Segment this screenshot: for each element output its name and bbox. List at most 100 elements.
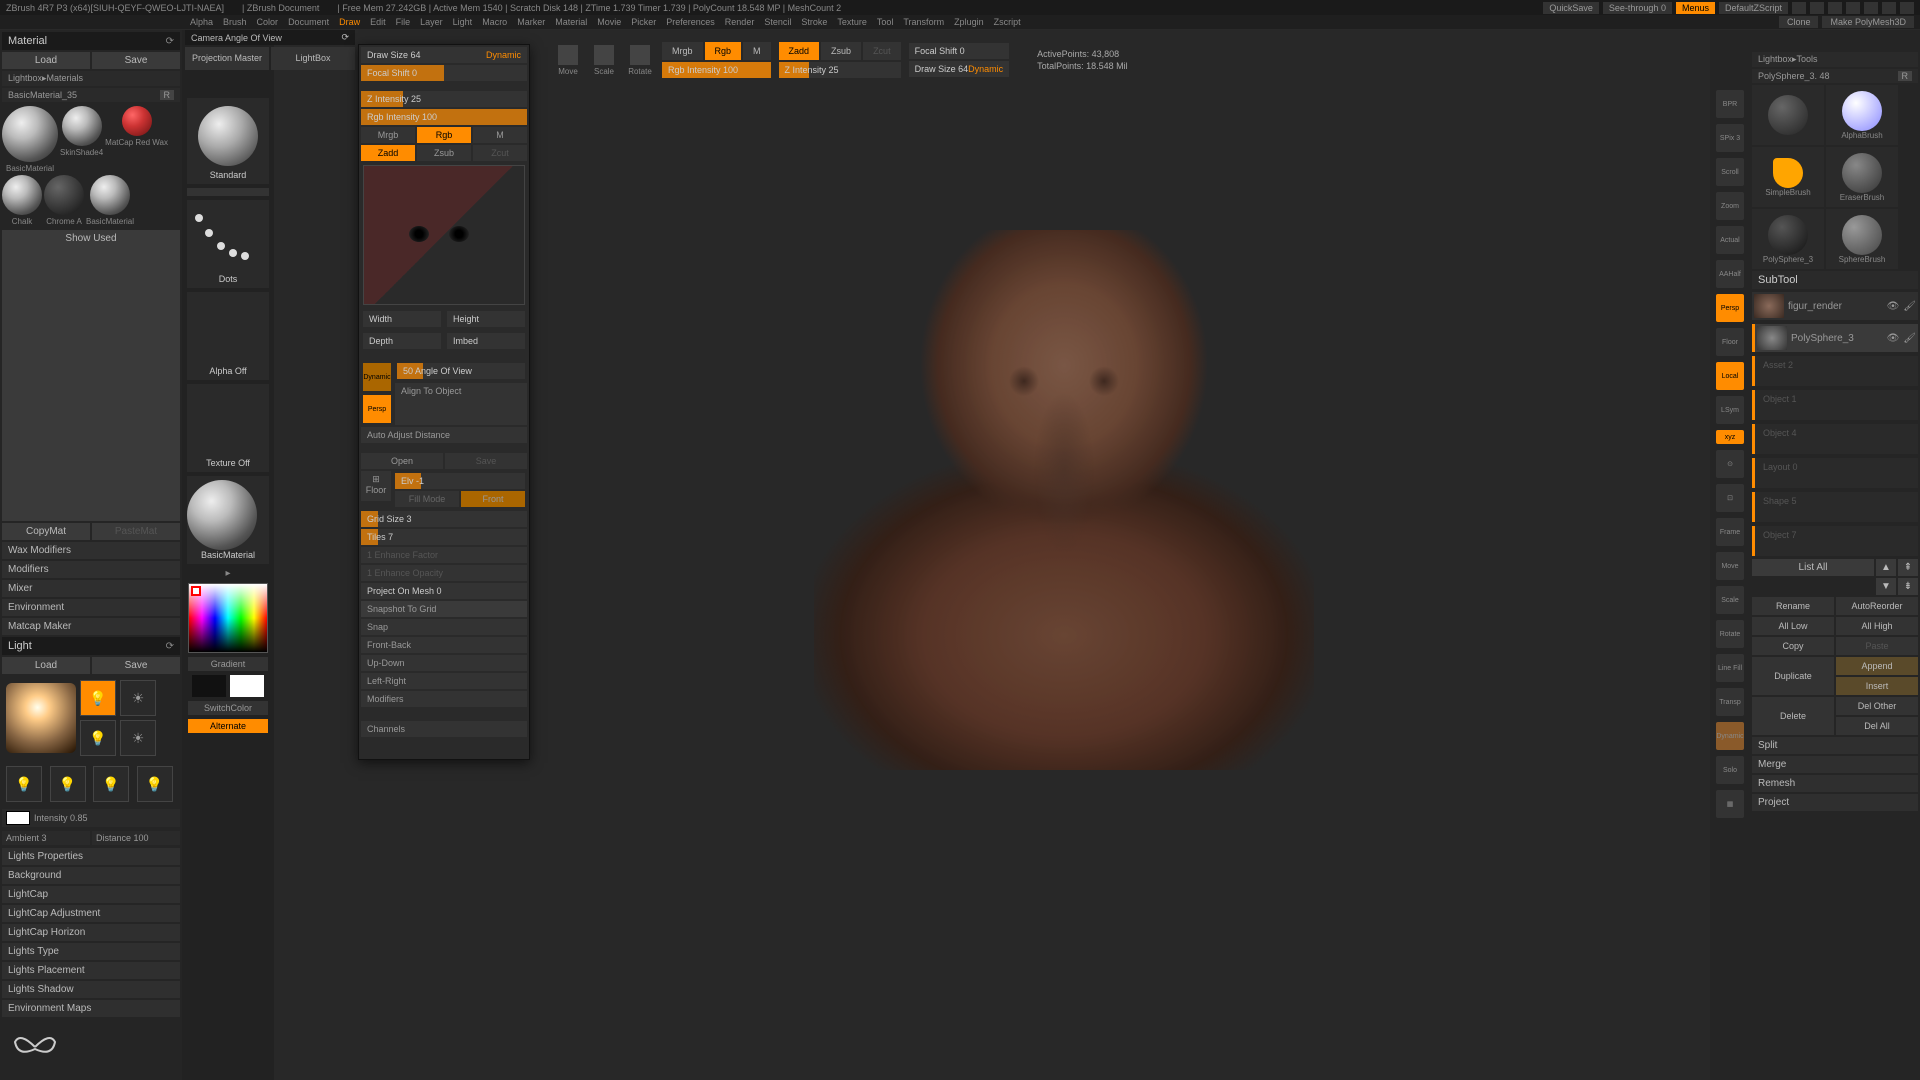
light-slot-4[interactable]: ☀ — [120, 720, 156, 756]
zcut-button[interactable]: Zcut — [473, 145, 527, 161]
stroke-selector[interactable]: Dots — [187, 200, 269, 288]
subtool-header[interactable]: SubTool — [1752, 271, 1918, 289]
floor-button[interactable]: Floor — [1716, 328, 1744, 356]
color-picker[interactable] — [188, 583, 268, 653]
light-slot[interactable]: 💡 — [137, 766, 173, 802]
menu-movie[interactable]: Movie — [597, 17, 621, 27]
zsub-button[interactable]: Zsub — [821, 42, 861, 60]
duplicate-button[interactable]: Duplicate — [1752, 657, 1834, 695]
copymat-button[interactable]: CopyMat — [2, 523, 90, 540]
scroll-button[interactable]: Scroll — [1716, 158, 1744, 186]
brush-selector[interactable]: Standard — [187, 98, 269, 184]
menu-document[interactable]: Document — [288, 17, 329, 27]
projection-master-button[interactable]: Projection Master — [185, 47, 269, 70]
menu-texture[interactable]: Texture — [837, 17, 867, 27]
front-button[interactable]: Front — [461, 491, 525, 507]
min-button[interactable] — [1864, 2, 1878, 14]
menu-marker[interactable]: Marker — [517, 17, 545, 27]
focal-shift-slider[interactable]: Focal Shift 0 — [361, 65, 527, 81]
zadd-button[interactable]: Zadd — [361, 145, 415, 161]
allhigh-button[interactable]: All High — [1836, 617, 1918, 635]
light-header[interactable]: Light ⟳ — [2, 637, 180, 655]
depth-slider[interactable]: Depth — [363, 333, 441, 349]
win-btn-2[interactable] — [1810, 2, 1824, 14]
zsub-button[interactable]: Zsub — [417, 145, 471, 161]
light-slot[interactable]: 💡 — [6, 766, 42, 802]
move-tool-icon[interactable]: Move — [554, 40, 582, 80]
open-button[interactable]: Open — [361, 453, 443, 469]
bpr-button[interactable]: BPR — [1716, 90, 1744, 118]
empty-slot[interactable]: Layout 0 — [1752, 458, 1918, 488]
color-swatch[interactable] — [6, 811, 30, 825]
local-button[interactable]: Local — [1716, 362, 1744, 390]
material-header[interactable]: Material ⟳ — [2, 32, 180, 50]
z-intensity-slider[interactable]: Z Intensity 25 — [361, 91, 527, 107]
lights-shadow[interactable]: Lights Shadow — [2, 981, 180, 998]
lightcap-horizon[interactable]: LightCap Horizon — [2, 924, 180, 941]
lights-properties[interactable]: Lights Properties — [2, 848, 180, 865]
linefill-button[interactable]: Line Fill — [1716, 654, 1744, 682]
move-up-icon[interactable]: ⇞ — [1898, 559, 1918, 576]
snapshot-button[interactable]: Snapshot To Grid — [361, 601, 527, 617]
menu-brush[interactable]: Brush — [223, 17, 247, 27]
misc-2[interactable]: ⊡ — [1716, 484, 1744, 512]
menu-stroke[interactable]: Stroke — [801, 17, 827, 27]
environment[interactable]: Environment — [2, 599, 180, 616]
menu-stencil[interactable]: Stencil — [764, 17, 791, 27]
material-slot[interactable]: Chalk — [2, 175, 42, 226]
fillmode-button[interactable]: Fill Mode — [395, 491, 459, 507]
misc-1[interactable]: ⊙ — [1716, 450, 1744, 478]
actual-button[interactable]: Actual — [1716, 226, 1744, 254]
split-section[interactable]: Split — [1752, 737, 1918, 754]
alpha-selector[interactable]: Alpha Off — [187, 292, 269, 380]
quicksave-button[interactable]: QuickSave — [1543, 2, 1599, 14]
refresh-icon[interactable]: ⟳ — [166, 36, 174, 47]
refresh-icon[interactable]: ⟳ — [166, 641, 174, 652]
persp-button[interactable]: Persp — [1716, 294, 1744, 322]
leftright-button[interactable]: Left-Right — [361, 673, 527, 689]
win-btn-4[interactable] — [1846, 2, 1860, 14]
menu-macro[interactable]: Macro — [482, 17, 507, 27]
menu-tool[interactable]: Tool — [877, 17, 894, 27]
material-slot[interactable]: Chrome A — [44, 175, 84, 226]
lightbox-materials-button[interactable]: Lightbox▸Materials — [2, 71, 180, 86]
zoom-button[interactable]: Zoom — [1716, 192, 1744, 220]
texture-selector[interactable]: Texture Off — [187, 384, 269, 472]
paste-button[interactable]: Paste — [1836, 637, 1918, 655]
empty-slot[interactable]: Object 7 — [1752, 526, 1918, 556]
enhance-factor-slider[interactable]: 1 Enhance Factor — [361, 547, 527, 563]
down-arrow-icon[interactable]: ▼ — [1876, 578, 1896, 595]
modifiers-section[interactable]: Modifiers — [361, 691, 527, 707]
align-button[interactable]: Align To Object — [395, 383, 527, 425]
gridsize-slider[interactable]: Grid Size 3 — [361, 511, 527, 527]
dynamic-persp-button[interactable]: Dynamic — [363, 363, 391, 391]
up-arrow-icon[interactable]: ▲ — [1876, 559, 1896, 576]
light-slot-3[interactable]: ☀ — [120, 680, 156, 716]
elv-slider[interactable]: Elv -1 — [395, 473, 525, 489]
preview-area[interactable] — [363, 165, 525, 305]
empty-slot[interactable]: Asset 2 — [1752, 356, 1918, 386]
tool-thumb[interactable]: AlphaBrush — [1826, 85, 1898, 145]
dynamic-button[interactable]: Dynamic — [1716, 722, 1744, 750]
m-button[interactable]: M — [473, 127, 527, 143]
polyf-button[interactable]: ▦ — [1716, 790, 1744, 818]
menus-button[interactable]: Menus — [1676, 2, 1715, 14]
modifiers[interactable]: Modifiers — [2, 561, 180, 578]
pastemat-button[interactable]: PasteMat — [92, 523, 180, 540]
light-slot-1[interactable]: 💡 — [80, 680, 116, 716]
subtool-row[interactable]: figur_render 👁 🖌 — [1752, 292, 1918, 320]
solo-button[interactable]: Solo — [1716, 756, 1744, 784]
zadd-button[interactable]: Zadd — [779, 42, 820, 60]
focal-shift-slider[interactable]: Focal Shift 0 — [909, 43, 1010, 59]
wax-modifiers[interactable]: Wax Modifiers — [2, 542, 180, 559]
z-intensity-slider[interactable]: Z Intensity 25 — [779, 62, 901, 78]
save-button[interactable]: Save — [445, 453, 527, 469]
rename-button[interactable]: Rename — [1752, 597, 1834, 615]
mrgb-button[interactable]: Mrgb — [361, 127, 415, 143]
polypaint-icon[interactable]: 🖌 — [1903, 333, 1916, 344]
channels-section[interactable]: Channels — [361, 721, 527, 737]
delete-button[interactable]: Delete — [1752, 697, 1834, 735]
light-slot[interactable]: 💡 — [93, 766, 129, 802]
ambient-slider[interactable]: Ambient 3 — [2, 831, 90, 845]
menu-layer[interactable]: Layer — [420, 17, 443, 27]
